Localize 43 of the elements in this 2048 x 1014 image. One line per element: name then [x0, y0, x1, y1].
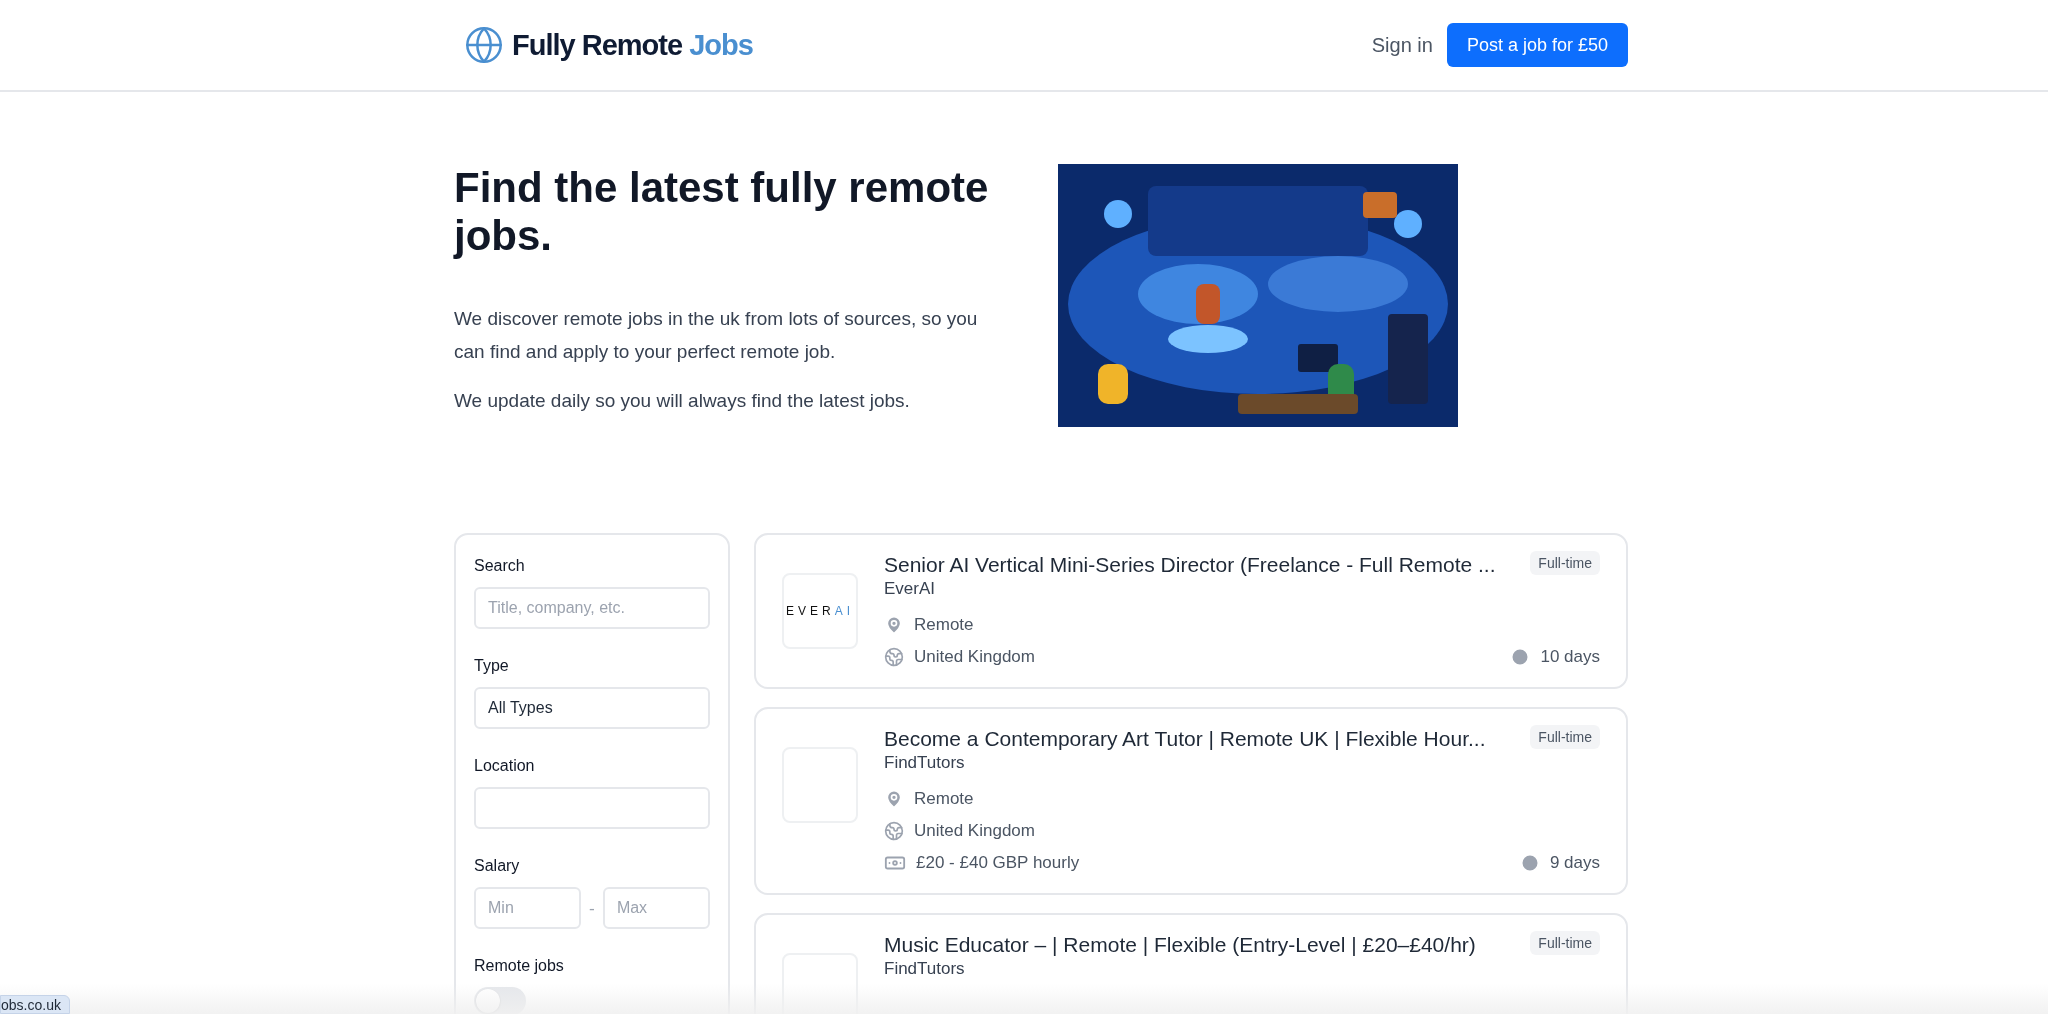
job-card[interactable]: Music Educator – | Remote | Flexible (Entry-Level | £20–£40/hr) Full-time FindTutors — [754, 913, 1628, 1014]
globe-icon — [464, 25, 504, 65]
range-separator: - — [589, 898, 595, 918]
job-title[interactable]: Become a Contemporary Art Tutor | Remote UK | Flexible Hour... — [884, 725, 1486, 753]
hero-title: Find the latest fully remote jobs. — [454, 164, 990, 260]
field-label: Location — [474, 757, 536, 775]
company-name: EverAI — [884, 579, 936, 599]
post-job-button[interactable]: Post a job for £50 — [1446, 23, 1628, 67]
job-title[interactable]: Music Educator – | Remote | Flexible (Entry-Level | £20–£40/hr) — [884, 931, 1476, 959]
job-title[interactable]: Senior AI Vertical Mini-Series Director (Freelance - Full Remote ... — [884, 551, 1496, 579]
logo-text: Fully Remote Jobs — [512, 28, 753, 62]
job-type-tag: Full-time — [1530, 931, 1600, 955]
field-label: Type — [474, 657, 510, 675]
type-select[interactable]: All Types — [474, 687, 710, 729]
remote-toggle[interactable] — [474, 987, 526, 1014]
job-card[interactable]: Become a Contemporary Art Tutor | Remote UK | Flexible Hour... Full-time FindTutors Remote United Kingdom £20 - £40 GBP hourly 9 days — [754, 707, 1628, 895]
field-label: Search — [474, 557, 526, 575]
company-name: FindTutors — [884, 753, 965, 773]
job-location: Remote — [914, 615, 974, 635]
hero-paragraph: We discover remote jobs in the uk from lots of sources, so you can find and apply to your perfect remote job. — [454, 307, 979, 364]
globe-icon — [884, 821, 904, 841]
globe-icon — [884, 647, 904, 667]
company-name: FindTutors — [884, 959, 965, 979]
job-type-tag: Full-time — [1530, 725, 1600, 749]
job-location: Remote — [914, 789, 974, 809]
job-age: 9 days — [1549, 853, 1600, 873]
max-salary-field[interactable]: Max — [602, 887, 710, 929]
site-logo[interactable]: Fully Remote Jobs — [454, 25, 753, 65]
link-url-status: obs.co.uk — [0, 995, 70, 1014]
job-card[interactable]: EVER AI Senior AI Vertical Mini-Series Director (Freelance - Full Remote ... Full-time EverAI Remote United Kingdom 10 days — [754, 533, 1628, 689]
job-country: United Kingdom — [914, 821, 1035, 841]
sign-in-link[interactable]: Sign in — [1371, 33, 1433, 57]
job-age: 10 days — [1540, 647, 1600, 667]
job-country: United Kingdom — [914, 647, 1035, 667]
location-field[interactable] — [474, 787, 710, 829]
job-type-tag: Full-time — [1530, 551, 1600, 575]
company-logo: EVER AI — [782, 573, 858, 649]
job-salary: £20 - £40 GBP hourly — [916, 853, 1080, 873]
field-label: Remote jobs — [474, 957, 565, 975]
field-label: Salary — [474, 857, 521, 875]
hero-paragraph: We update daily so you will always find the latest jobs. — [454, 389, 911, 413]
search-field[interactable]: Title, company, etc. — [474, 587, 710, 629]
min-salary-field[interactable]: Min — [474, 887, 582, 929]
